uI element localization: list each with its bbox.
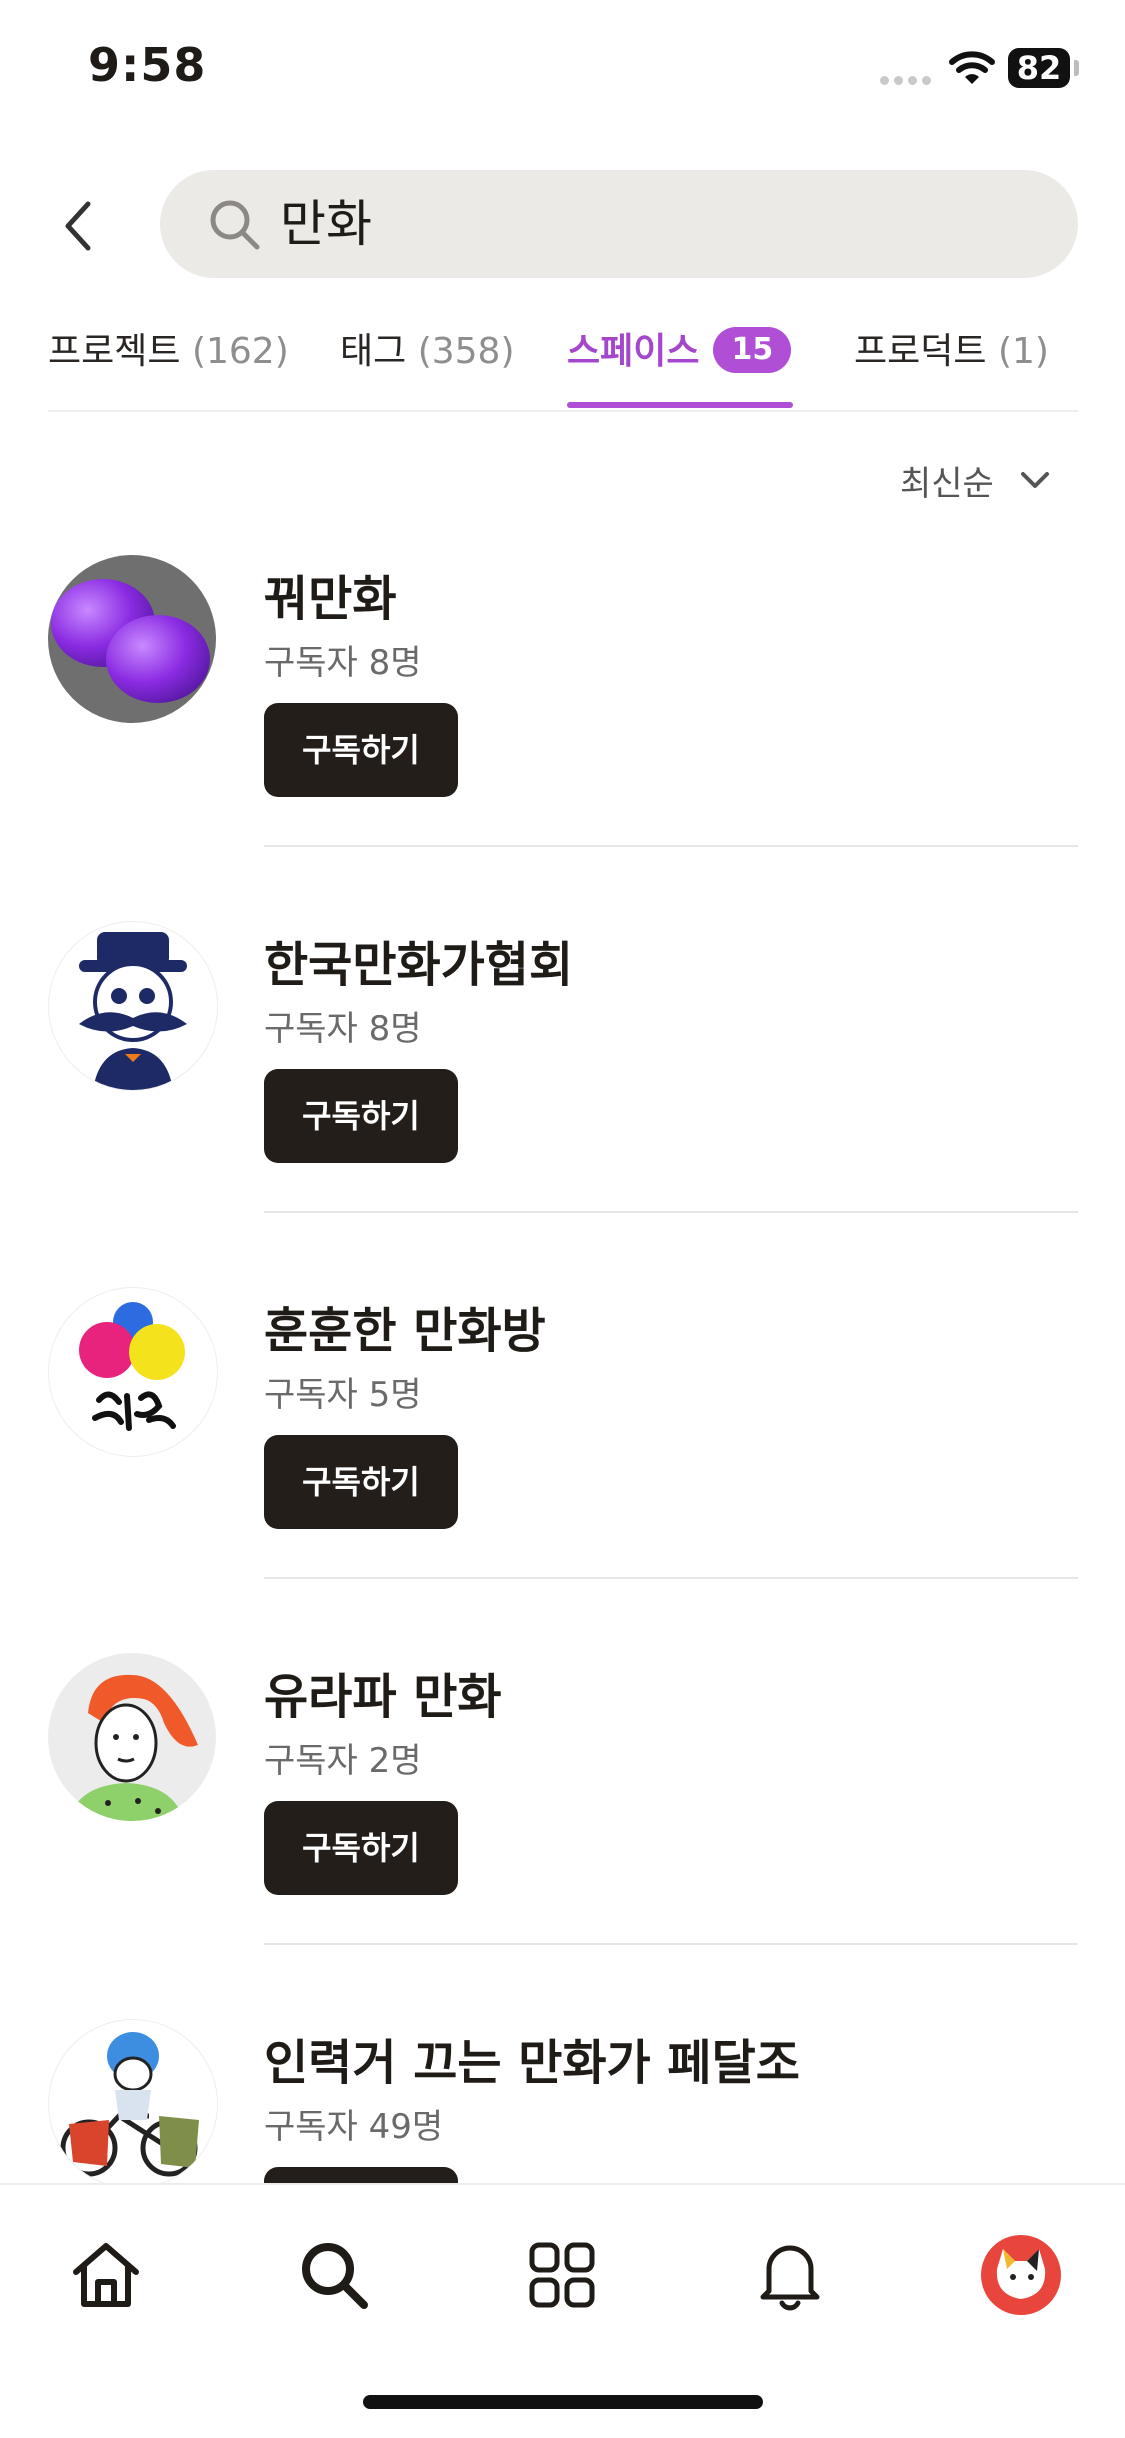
nav-home[interactable] — [64, 2233, 148, 2317]
tab-label: 스페이스 — [567, 331, 700, 372]
tab-products[interactable]: 프로덕트 (1) — [854, 322, 1049, 374]
wifi-icon — [949, 51, 995, 84]
nav-search[interactable] — [292, 2233, 376, 2317]
home-icon — [73, 2243, 139, 2307]
space-name: 한국만화가협회 — [264, 937, 574, 993]
tab-label: 프로젝트 — [48, 331, 181, 372]
tab-count-badge: 15 — [713, 327, 792, 373]
home-indicator — [363, 2395, 763, 2409]
subscriber-count: 구독자 8명 — [264, 643, 422, 683]
subscriber-count: 구독자 5명 — [264, 1375, 422, 1415]
space-avatar — [48, 555, 216, 723]
list-item[interactable]: 유라파 만화 구독자 2명 구독하기 — [0, 1653, 1125, 2019]
subscriber-count: 구독자 49명 — [264, 2107, 444, 2147]
tab-label: 프로덕트 — [854, 331, 987, 372]
tab-count: (162) — [191, 331, 289, 372]
sort-label: 최신순 — [900, 463, 994, 504]
chevron-left-icon — [65, 201, 91, 251]
search-box[interactable]: 만화 — [160, 170, 1078, 278]
divider — [264, 1943, 1078, 1945]
divider — [264, 1211, 1078, 1213]
subscribe-button[interactable]: 구독하기 — [264, 703, 458, 797]
nav-notifications[interactable] — [748, 2233, 832, 2317]
status-bar: 9:58 82 — [0, 0, 1125, 140]
grid-icon — [529, 2242, 595, 2308]
tab-tags[interactable]: 태그 (358) — [340, 322, 515, 374]
chevron-down-icon — [1020, 472, 1049, 488]
nav-browse[interactable] — [520, 2233, 604, 2317]
subscriber-count: 구독자 2명 — [264, 1741, 422, 1781]
space-avatar — [48, 1653, 216, 1821]
subscriber-count: 구독자 8명 — [264, 1009, 422, 1049]
battery-icon: 82 — [1008, 48, 1070, 88]
active-tab-indicator — [567, 402, 793, 408]
subscribe-button[interactable]: 구독하기 — [264, 1435, 458, 1529]
subscribe-button[interactable]: 구독하기 — [264, 1801, 458, 1895]
list-item[interactable]: 꿔만화 구독자 8명 구독하기 — [0, 555, 1125, 921]
profile-avatar — [981, 2235, 1061, 2315]
back-button[interactable] — [48, 186, 108, 266]
subscribe-button[interactable]: 구독하기 — [264, 1069, 458, 1163]
signal-icon — [880, 76, 931, 85]
nav-profile[interactable] — [979, 2233, 1063, 2317]
search-icon — [302, 2243, 368, 2309]
space-name: 훈훈한 만화방 — [264, 1303, 546, 1359]
list-item[interactable]: 훈훈한 만화방 구독자 5명 구독하기 — [0, 1287, 1125, 1653]
space-name: 유라파 만화 — [264, 1669, 502, 1725]
tab-projects[interactable]: 프로젝트 (162) — [48, 322, 289, 374]
divider — [264, 1577, 1078, 1579]
search-input[interactable]: 만화 — [280, 188, 372, 260]
search-tabs: 프로젝트 (162) 태그 (358) 스페이스 15 프로덕트 (1) — [48, 316, 1078, 412]
space-avatar — [48, 1287, 218, 1457]
bottom-nav — [0, 2183, 1125, 2438]
tab-count: (1) — [997, 331, 1049, 372]
search-icon — [210, 200, 260, 250]
divider — [264, 845, 1078, 847]
status-time: 9:58 — [88, 38, 207, 92]
battery-cap — [1074, 60, 1079, 76]
tab-label: 태그 — [340, 331, 407, 372]
tab-count: (358) — [417, 331, 515, 372]
sort-dropdown[interactable]: 최신순 — [900, 450, 1050, 510]
list-item[interactable]: 한국만화가협회 구독자 8명 구독하기 — [0, 921, 1125, 1287]
bell-icon — [760, 2245, 820, 2311]
tab-spaces[interactable]: 스페이스 15 — [567, 322, 792, 376]
space-name: 인력거 끄는 만화가 페달조 — [264, 2035, 800, 2091]
space-avatar — [48, 2019, 218, 2189]
space-avatar — [48, 921, 218, 1091]
space-name: 꿔만화 — [264, 571, 397, 627]
